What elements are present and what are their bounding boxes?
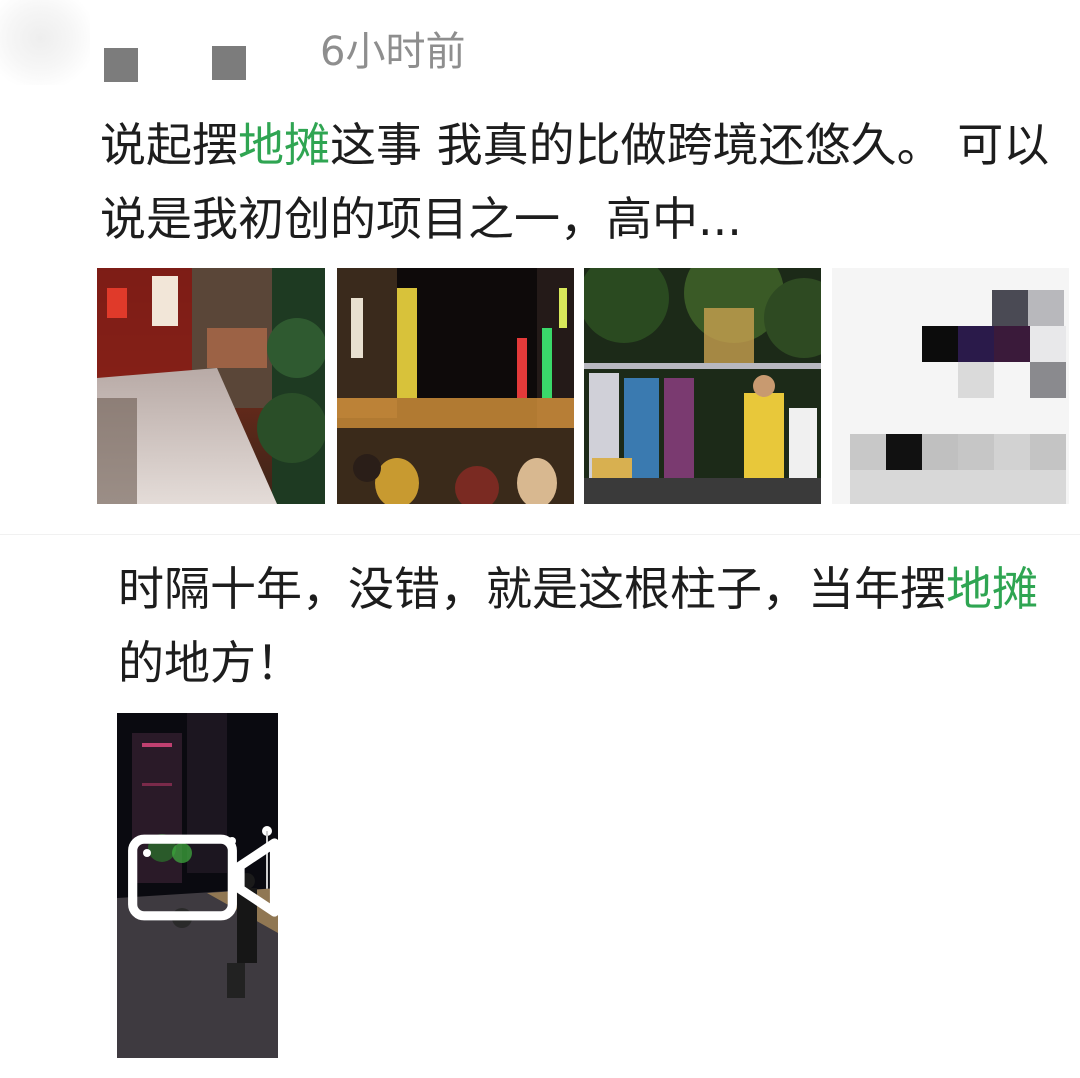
topic-link-2[interactable]: 地摊	[946, 562, 1038, 616]
post-text[interactable]: 说起摆地摊这事 我真的比做跨境还悠久。 可以说是我初创的项目之一，高中...	[100, 108, 1070, 256]
night-market-crowd-photo	[97, 268, 325, 504]
post-text-2[interactable]: 时隔十年，没错，就是这根柱子，当年摆地摊的地方！	[118, 552, 1058, 700]
clothing-stall-photo	[584, 268, 821, 504]
video-camera-icon	[128, 834, 278, 921]
post-text-before: 说起摆	[100, 118, 238, 172]
post-timestamp: 6小时前	[320, 29, 466, 75]
video-thumbnail[interactable]	[117, 713, 278, 1058]
post-text-2-after: 的地方！	[118, 636, 302, 690]
topic-link[interactable]: 地摊	[238, 118, 330, 172]
night-street-neon-photo	[337, 268, 574, 504]
mosaic-censored-photo	[832, 268, 1069, 504]
post-text-2-before: 时隔十年，没错，就是这根柱子，当年摆	[118, 562, 946, 616]
photo-3[interactable]	[584, 268, 821, 504]
photo-1[interactable]	[97, 268, 325, 504]
photo-2[interactable]	[337, 268, 574, 504]
photo-4[interactable]	[832, 268, 1069, 504]
post-divider	[0, 534, 1080, 535]
username-mosaic[interactable]	[104, 42, 254, 82]
avatar[interactable]	[0, 0, 90, 85]
